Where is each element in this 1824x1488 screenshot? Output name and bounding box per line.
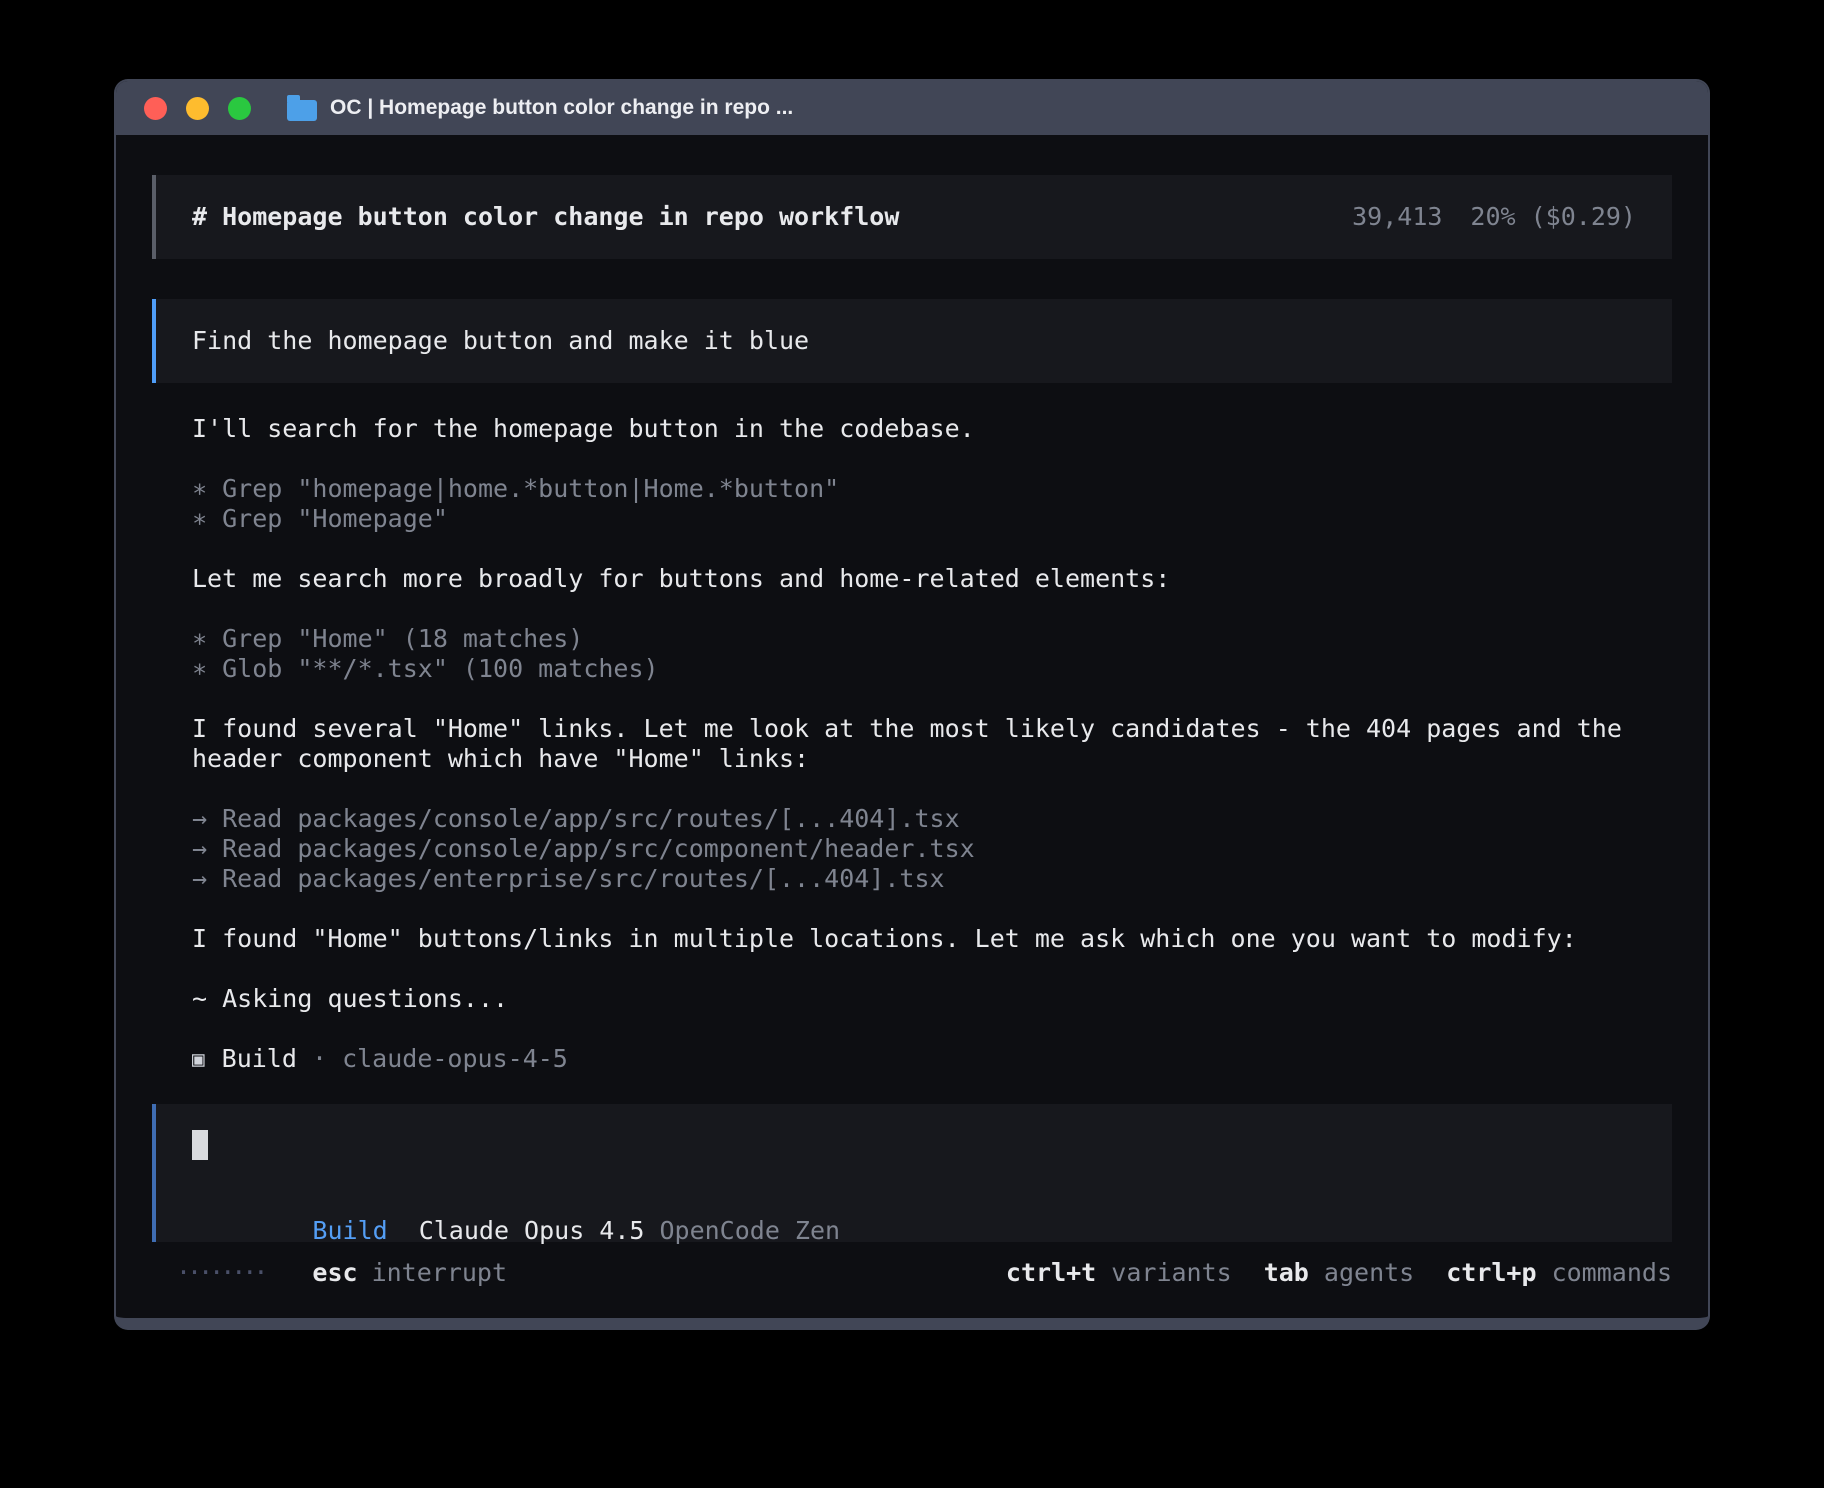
shortcuts: ctrl+t variants tab agents ctrl+p commands <box>1006 1258 1672 1288</box>
shortcut-label: agents <box>1309 1258 1414 1287</box>
assistant-text: Let me search more broadly for buttons a… <box>192 564 1672 594</box>
agent-name: Build <box>222 1044 297 1074</box>
activity-dots: ········ <box>176 1258 264 1288</box>
shortcut-commands[interactable]: ctrl+p commands <box>1446 1258 1672 1288</box>
traffic-lights <box>144 97 251 120</box>
tool-call-group: ∗ Grep "homepage|home.*button|Home.*butt… <box>192 474 1672 534</box>
shortcut-variants[interactable]: ctrl+t variants <box>1006 1258 1232 1288</box>
tool-call-group: ∗ Grep "Home" (18 matches)∗ Glob "**/*.t… <box>192 624 1672 684</box>
shortcut-key: ctrl+p <box>1446 1258 1536 1287</box>
terminal-content: # Homepage button color change in repo w… <box>116 135 1708 1318</box>
close-button[interactable] <box>144 97 167 120</box>
session-header: # Homepage button color change in repo w… <box>152 175 1672 259</box>
agent-model: claude-opus-4-5 <box>342 1044 568 1074</box>
titlebar[interactable]: OC | Homepage button color change in rep… <box>116 81 1708 135</box>
assistant-text: ~ Asking questions... <box>192 984 1672 1014</box>
user-message: Find the homepage button and make it blu… <box>152 299 1672 383</box>
esc-key[interactable]: esc <box>312 1258 357 1288</box>
folder-icon <box>287 100 317 121</box>
zoom-button[interactable] <box>228 97 251 120</box>
session-title: # Homepage button color change in repo w… <box>192 202 899 232</box>
token-count: 39,413 <box>1352 202 1442 232</box>
status-left: ········ esc interrupt <box>176 1258 507 1288</box>
shortcut-label: variants <box>1096 1258 1231 1287</box>
context-usage: 20% ($0.29) <box>1470 202 1636 232</box>
tool-call-line: → Read packages/console/app/src/componen… <box>192 834 1672 864</box>
text-cursor <box>192 1130 208 1160</box>
esc-label: interrupt <box>372 1258 507 1288</box>
assistant-text: I found "Home" buttons/links in multiple… <box>192 924 1672 954</box>
tool-call-line: ∗ Glob "**/*.tsx" (100 matches) <box>192 654 1672 684</box>
tool-call-group: → Read packages/console/app/src/routes/[… <box>192 804 1672 894</box>
agent-mode-label[interactable]: Build <box>312 1216 387 1245</box>
user-message-text: Find the homepage button and make it blu… <box>192 326 809 356</box>
agent-build-icon: ▣ <box>192 1044 205 1074</box>
shortcut-key: tab <box>1264 1258 1309 1287</box>
tool-call-line: ∗ Grep "Home" (18 matches) <box>192 624 1672 654</box>
window-title: OC | Homepage button color change in rep… <box>330 96 793 120</box>
shortcut-label: commands <box>1537 1258 1672 1287</box>
minimize-button[interactable] <box>186 97 209 120</box>
assistant-text: I'll search for the homepage button in t… <box>192 414 1672 444</box>
tool-call-line: ∗ Grep "homepage|home.*button|Home.*butt… <box>192 474 1672 504</box>
shortcut-key: ctrl+t <box>1006 1258 1096 1287</box>
tool-call-line: → Read packages/enterprise/src/routes/[.… <box>192 864 1672 894</box>
assistant-text: I found several "Home" links. Let me loo… <box>192 714 1672 774</box>
session-stats: 39,413 20% ($0.29) <box>1352 202 1636 232</box>
prompt-input[interactable]: Build Claude Opus 4.5 OpenCode Zen <box>152 1104 1672 1242</box>
provider-label: OpenCode Zen <box>659 1216 840 1245</box>
shortcut-agents[interactable]: tab agents <box>1264 1258 1415 1288</box>
model-label[interactable]: Claude Opus 4.5 <box>419 1216 645 1245</box>
agent-status-line: ▣ Build · claude-opus-4-5 <box>192 1044 1672 1074</box>
separator-dot: · <box>297 1044 342 1074</box>
tool-call-line: → Read packages/console/app/src/routes/[… <box>192 804 1672 834</box>
terminal-window: OC | Homepage button color change in rep… <box>114 79 1710 1330</box>
status-bar: ········ esc interrupt ctrl+t variants ta… <box>152 1258 1672 1288</box>
conversation: I'll search for the homepage button in t… <box>192 414 1672 1074</box>
tool-call-line: ∗ Grep "Homepage" <box>192 504 1672 534</box>
